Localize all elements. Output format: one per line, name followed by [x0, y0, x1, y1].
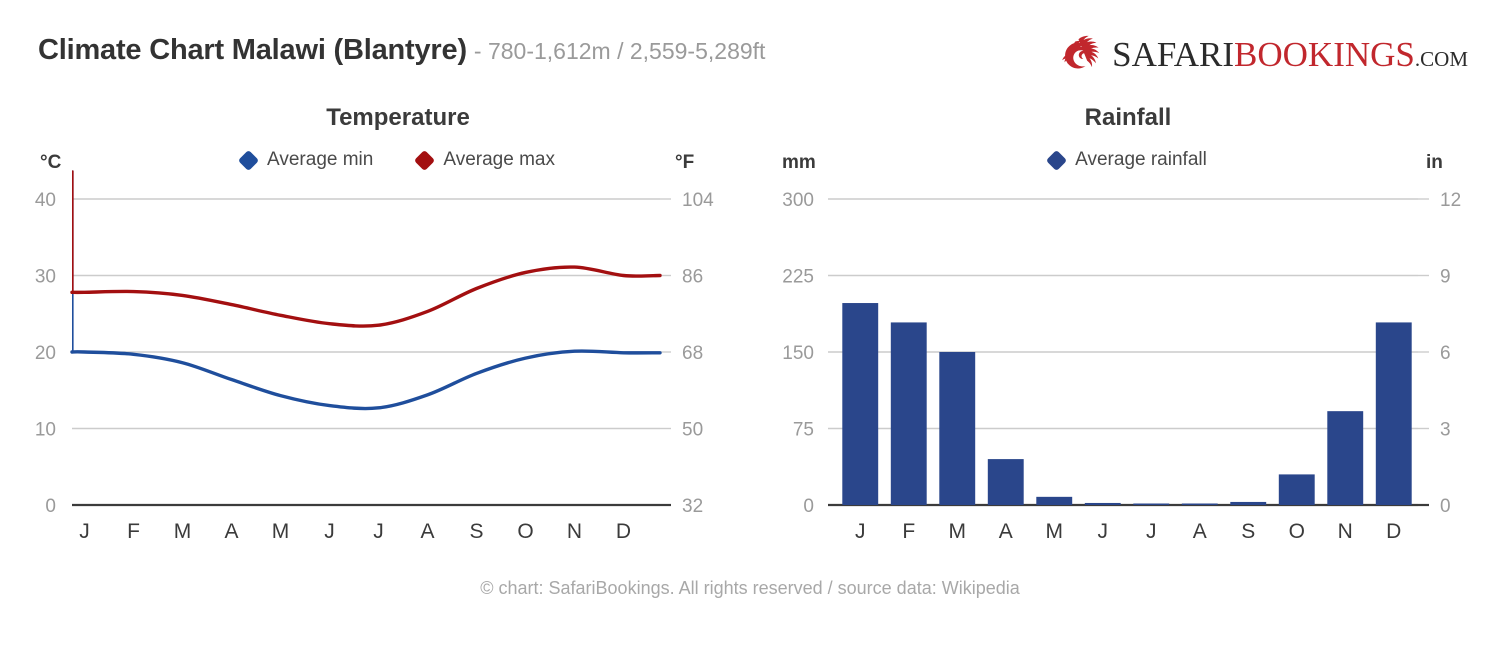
lion-head-icon	[1062, 35, 1100, 69]
y-axis-tick-celsius: 10	[35, 420, 56, 441]
rainfall-bar[interactable]	[890, 322, 927, 505]
x-axis-month-label: J	[324, 520, 335, 543]
x-axis-month-label: M	[272, 520, 290, 543]
logo-wordmark: SAFARI BOOKINGS .COM	[1112, 37, 1468, 72]
x-axis-month-label: S	[1241, 520, 1255, 543]
x-axis-month-label: N	[567, 520, 582, 543]
y-axis-tick-celsius: 40	[35, 190, 56, 211]
rainfall-bar[interactable]	[939, 352, 976, 505]
x-axis-month-label: D	[1386, 520, 1401, 543]
x-axis-month-label: N	[1338, 520, 1353, 543]
temperature-plot: 0 32 10 50 20 68 30 86 40 104 J F M A M J J A S O N D	[35, 170, 714, 543]
title-block: Climate Chart Malawi (Blantyre) - 780-1,6…	[38, 34, 765, 67]
rainfall-bar[interactable]	[1036, 496, 1073, 505]
rainfall-bar[interactable]	[1084, 502, 1121, 505]
rainfall-plot: 0 0 75 3 150 6 225 9 300 12 J F M A M J J A S O N D	[782, 190, 1461, 543]
x-axis-month-label: O	[1289, 520, 1305, 543]
series-line-average-min[interactable]	[70, 349, 662, 411]
y-axis-tick-mm: 75	[793, 420, 814, 441]
x-axis-month-label: J	[1146, 520, 1157, 543]
y-axis-tick-inches: 3	[1440, 420, 1451, 441]
x-axis-month-label: M	[174, 520, 192, 543]
logo-text-safari: SAFARI	[1112, 34, 1235, 74]
logo-text-bookings: BOOKINGS	[1234, 34, 1415, 74]
copyright-footer: © chart: SafariBookings. All rights rese…	[480, 578, 1020, 598]
x-axis-month-label: D	[616, 520, 631, 543]
logo-text-com: .COM	[1414, 46, 1468, 71]
y-axis-tick-celsius: 30	[35, 267, 56, 288]
y-axis-tick-celsius: 20	[35, 343, 56, 364]
y-axis-tick-celsius: 0	[45, 496, 56, 517]
x-axis-month-label: F	[902, 520, 915, 543]
rainfall-bar[interactable]	[842, 303, 879, 505]
x-axis-month-label: A	[420, 520, 434, 543]
x-axis-month-label: J	[79, 520, 90, 543]
page-subtitle: - 780-1,612m / 2,559-5,289ft	[473, 38, 766, 64]
rainfall-bar[interactable]	[1230, 501, 1267, 505]
x-axis-month-label: J	[1098, 520, 1109, 543]
rainfall-bar[interactable]	[1133, 503, 1170, 506]
rainfall-bar[interactable]	[1181, 503, 1218, 506]
x-axis-month-label: S	[469, 520, 483, 543]
y-axis-tick-mm: 225	[782, 267, 814, 288]
rainfall-bar[interactable]	[1375, 322, 1412, 505]
x-axis-month-label: A	[224, 520, 238, 543]
x-axis-month-label: M	[1046, 520, 1064, 543]
page-header: Climate Chart Malawi (Blantyre) - 780-1,6…	[0, 0, 1500, 96]
rainfall-bar[interactable]	[1327, 411, 1364, 505]
temperature-chart-panel: Temperature °C °F Average min Average ma…	[0, 96, 760, 566]
y-axis-tick-fahrenheit: 104	[682, 190, 714, 211]
y-axis-tick-inches: 12	[1440, 190, 1461, 211]
y-axis-tick-mm: 150	[782, 343, 814, 364]
y-axis-tick-fahrenheit: 68	[682, 343, 703, 364]
safaribookings-logo[interactable]: SAFARI BOOKINGS .COM	[1060, 30, 1468, 78]
y-axis-tick-inches: 6	[1440, 343, 1451, 364]
y-axis-tick-inches: 0	[1440, 496, 1451, 517]
y-axis-tick-mm: 300	[782, 190, 814, 211]
x-axis-month-label: A	[999, 520, 1013, 543]
y-axis-tick-fahrenheit: 32	[682, 496, 703, 517]
y-axis-tick-fahrenheit: 86	[682, 267, 703, 288]
x-axis-month-label: A	[1193, 520, 1207, 543]
x-axis-month-label: F	[127, 520, 140, 543]
y-axis-tick-fahrenheit: 50	[682, 420, 703, 441]
rainfall-bar[interactable]	[1278, 474, 1315, 505]
x-axis-month-label: O	[517, 520, 533, 543]
x-axis-month-label: J	[373, 520, 384, 543]
y-axis-tick-inches: 9	[1440, 267, 1451, 288]
rainfall-bar[interactable]	[987, 459, 1024, 505]
y-axis-tick-mm: 0	[803, 496, 814, 517]
x-axis-month-label: M	[949, 520, 967, 543]
rainfall-chart-panel: Rainfall mm in Average rainfall 0 0 75 3 150…	[740, 96, 1500, 566]
page-title: Climate Chart Malawi (Blantyre)	[38, 34, 467, 66]
x-axis-month-label: J	[855, 520, 866, 543]
